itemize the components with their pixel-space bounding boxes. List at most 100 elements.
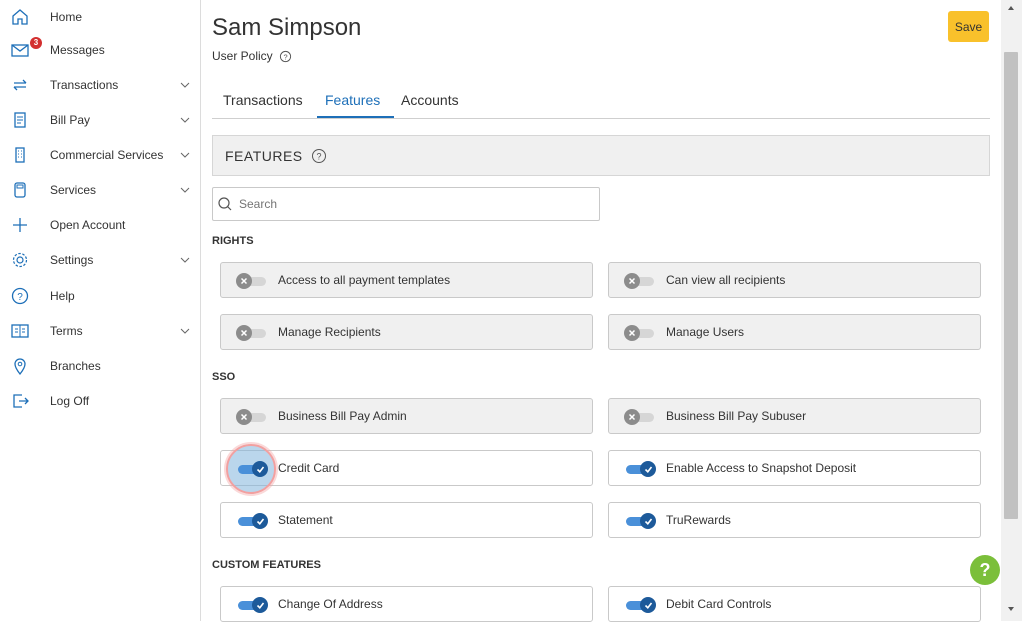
search-input[interactable] bbox=[239, 197, 579, 211]
search-icon bbox=[218, 197, 232, 211]
vertical-scrollbar[interactable] bbox=[1001, 0, 1022, 621]
scrollbar-thumb[interactable] bbox=[1004, 52, 1018, 519]
feature-label: Statement bbox=[278, 513, 333, 527]
building-icon bbox=[15, 147, 25, 163]
sidebar-item-messages[interactable]: 3 Messages bbox=[0, 33, 200, 67]
calculator-icon bbox=[14, 182, 26, 198]
toggle-switch[interactable] bbox=[624, 461, 656, 477]
feature-label: Business Bill Pay Admin bbox=[278, 409, 407, 423]
toggle-switch[interactable] bbox=[624, 597, 656, 613]
page-title: Sam Simpson bbox=[212, 14, 362, 41]
feature-toggle-card[interactable]: Manage Users bbox=[608, 314, 981, 350]
feature-toggle-card[interactable]: Manage Recipients bbox=[220, 314, 593, 350]
sidebar-item-bill-pay[interactable]: Bill Pay bbox=[0, 103, 200, 137]
active-tab-indicator bbox=[317, 116, 394, 118]
toggle-switch[interactable] bbox=[236, 513, 268, 529]
features-title: FEATURES bbox=[225, 147, 303, 164]
sidebar-item-label: Transactions bbox=[50, 78, 119, 92]
x-icon bbox=[628, 277, 636, 285]
sidebar-item-branches[interactable]: Branches bbox=[0, 349, 200, 383]
feature-toggle-card[interactable]: Credit Card bbox=[220, 444, 593, 494]
toggle-switch[interactable] bbox=[236, 325, 266, 341]
sidebar-item-home[interactable]: Home bbox=[0, 0, 200, 34]
check-icon bbox=[256, 518, 264, 525]
main-content: Sam Simpson User Policy ? Save Transacti… bbox=[201, 0, 1001, 622]
feature-toggle-card[interactable]: Access to all payment templates bbox=[220, 262, 593, 298]
plus-icon bbox=[13, 218, 27, 232]
check-icon bbox=[644, 466, 652, 473]
feature-label: Change Of Address bbox=[278, 597, 383, 611]
check-icon bbox=[644, 518, 652, 525]
feature-toggle-card[interactable]: Business Bill Pay Subuser bbox=[608, 398, 981, 434]
x-icon bbox=[628, 329, 636, 337]
section-heading-sso: SSO bbox=[212, 371, 236, 383]
x-icon bbox=[240, 329, 248, 337]
mail-icon bbox=[11, 44, 29, 57]
sidebar-item-label: Commercial Services bbox=[50, 148, 164, 162]
sidebar-item-commercial-services[interactable]: Commercial Services bbox=[0, 138, 200, 172]
save-button[interactable]: Save bbox=[948, 11, 989, 42]
sidebar-item-terms[interactable]: Terms bbox=[0, 314, 200, 348]
help-fab-button[interactable]: ? bbox=[970, 555, 1000, 585]
sidebar-item-label: Open Account bbox=[50, 218, 126, 232]
check-icon bbox=[256, 602, 264, 609]
sidebar-item-settings[interactable]: Settings bbox=[0, 243, 200, 277]
section-heading-custom-features: CUSTOM FEATURES bbox=[212, 559, 321, 571]
feature-label: Debit Card Controls bbox=[666, 597, 772, 611]
toggle-switch[interactable] bbox=[236, 273, 266, 289]
chevron-down-icon bbox=[180, 152, 190, 158]
feature-label: Enable Access to Snapshot Deposit bbox=[666, 461, 857, 475]
message-count-badge: 3 bbox=[30, 37, 42, 49]
toggle-switch[interactable] bbox=[624, 409, 654, 425]
feature-label: Business Bill Pay Subuser bbox=[666, 409, 807, 423]
sidebar-item-help[interactable]: ? Help bbox=[0, 279, 200, 313]
feature-toggle-card[interactable]: TruRewards bbox=[608, 502, 981, 538]
toggle-switch[interactable] bbox=[624, 325, 654, 341]
feature-toggle-card[interactable]: Change Of Address bbox=[220, 586, 593, 622]
scroll-up-icon[interactable] bbox=[1006, 3, 1016, 13]
feature-toggle-card[interactable]: Can view all recipients bbox=[608, 262, 981, 298]
sidebar-item-label: Terms bbox=[50, 324, 83, 338]
sidebar-item-label: Settings bbox=[50, 253, 94, 267]
x-icon bbox=[240, 277, 248, 285]
toggle-switch[interactable] bbox=[624, 513, 656, 529]
question-circle-icon[interactable]: ? bbox=[279, 50, 292, 63]
bill-icon bbox=[14, 112, 26, 128]
chevron-down-icon bbox=[180, 187, 190, 193]
section-heading-rights: RIGHTS bbox=[212, 235, 254, 247]
check-icon bbox=[644, 602, 652, 609]
page-subtitle: User Policy ? bbox=[212, 49, 292, 63]
check-icon bbox=[256, 466, 264, 473]
toggle-switch[interactable] bbox=[236, 597, 268, 613]
chevron-down-icon bbox=[180, 117, 190, 123]
feature-label: Manage Users bbox=[666, 325, 745, 339]
tab-transactions[interactable]: Transactions bbox=[223, 92, 303, 108]
sidebar-item-services[interactable]: Services bbox=[0, 173, 200, 207]
toggle-switch[interactable] bbox=[624, 273, 654, 289]
toggle-switch[interactable] bbox=[236, 409, 266, 425]
sidebar-item-label: Branches bbox=[50, 359, 101, 373]
feature-toggle-card[interactable]: Statement bbox=[220, 502, 593, 538]
question-circle-icon[interactable]: ? bbox=[311, 148, 327, 164]
svg-text:?: ? bbox=[316, 151, 321, 161]
svg-text:?: ? bbox=[283, 52, 287, 61]
feature-toggle-card[interactable]: Business Bill Pay Admin bbox=[220, 398, 593, 434]
feature-toggle-card[interactable]: Debit Card Controls bbox=[608, 586, 981, 622]
feature-label: Credit Card bbox=[278, 461, 340, 475]
sidebar: Home 3 Messages Transactions Bill Pay Co… bbox=[0, 0, 201, 621]
sidebar-item-transactions[interactable]: Transactions bbox=[0, 68, 200, 102]
feature-label: Access to all payment templates bbox=[278, 273, 451, 287]
sidebar-item-label: Help bbox=[50, 289, 75, 303]
gear-icon bbox=[12, 252, 28, 268]
feature-toggle-card[interactable]: Enable Access to Snapshot Deposit bbox=[608, 450, 981, 486]
tab-features[interactable]: Features bbox=[325, 92, 380, 108]
sidebar-item-log-off[interactable]: Log Off bbox=[0, 384, 200, 418]
sidebar-item-open-account[interactable]: Open Account bbox=[0, 208, 200, 242]
scroll-down-icon[interactable] bbox=[1006, 604, 1016, 614]
terms-icon bbox=[11, 324, 29, 338]
sidebar-item-label: Bill Pay bbox=[50, 113, 91, 127]
tab-bar: Transactions Features Accounts bbox=[212, 85, 990, 119]
logoff-icon bbox=[13, 394, 29, 408]
toggle-switch[interactable] bbox=[236, 461, 268, 477]
tab-accounts[interactable]: Accounts bbox=[401, 92, 459, 108]
